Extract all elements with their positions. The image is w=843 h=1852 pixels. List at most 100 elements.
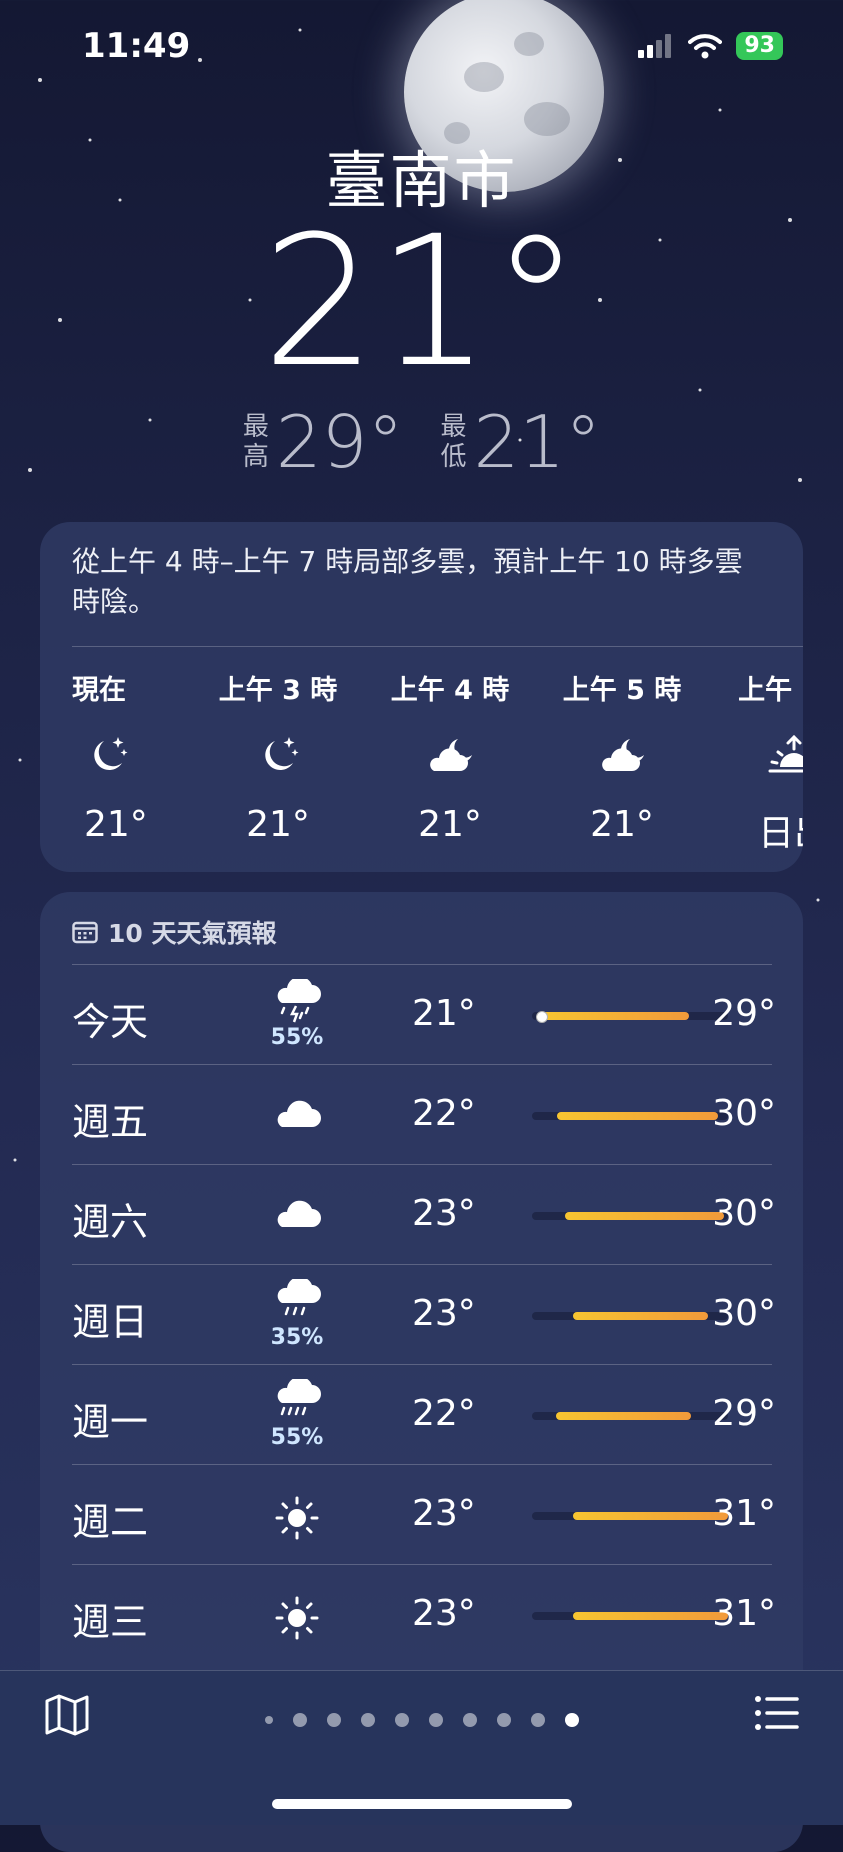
hour-label: 上午 3 時 bbox=[218, 675, 338, 706]
temp-range-bar bbox=[532, 1412, 728, 1420]
page-dot[interactable] bbox=[394, 1713, 409, 1727]
low-temp: 23° bbox=[412, 1593, 476, 1634]
divider bbox=[72, 646, 803, 647]
high-temp: 30° bbox=[712, 1193, 776, 1234]
high-temp: 29° bbox=[275, 400, 404, 484]
temp-range-bar bbox=[532, 1112, 728, 1120]
low-temp: 22° bbox=[412, 1393, 476, 1434]
hour-item: 上午 5:5 日出 bbox=[708, 668, 803, 856]
hour-label: 上午 5:5 bbox=[738, 675, 803, 706]
page-dot[interactable] bbox=[326, 1713, 341, 1727]
ten-day-title: 10 天天氣預報 bbox=[108, 919, 277, 948]
cloud-icon bbox=[262, 1195, 332, 1229]
temp-range-fill bbox=[573, 1312, 708, 1320]
ten-day-header: 10 天天氣預報 bbox=[72, 914, 277, 950]
day-row[interactable]: 週日 35% 23° 30° bbox=[72, 1264, 776, 1364]
high-temp: 30° bbox=[712, 1093, 776, 1134]
hour-temp: 21° bbox=[418, 804, 482, 845]
hourly-list[interactable]: 現在 21° 上午 3 時 21° 上午 4 時 21° 上午 5 時 21° 上午 5:5 日出 bbox=[72, 668, 803, 856]
hour-temp: 日出 bbox=[757, 813, 803, 854]
hour-item: 上午 3 時 21° bbox=[192, 668, 364, 856]
heavy-rain-icon: 55% bbox=[262, 1379, 332, 1450]
temp-range-fill bbox=[565, 1212, 724, 1220]
temp-range-fill bbox=[557, 1112, 718, 1120]
precip-chance: 55% bbox=[270, 1025, 324, 1050]
day-label: 週六 bbox=[72, 1200, 149, 1244]
day-label: 週二 bbox=[72, 1500, 149, 1544]
hour-item: 現在 21° bbox=[72, 668, 192, 856]
day-row[interactable]: 今天 55% 21° 29° bbox=[72, 964, 776, 1064]
hour-temp: 21° bbox=[246, 804, 310, 845]
temp-range-bar bbox=[532, 1612, 728, 1620]
location-arrow-dot[interactable] bbox=[264, 1716, 273, 1724]
high-temp: 31° bbox=[712, 1493, 776, 1534]
hour-temp: 21° bbox=[590, 804, 654, 845]
hour-item: 上午 4 時 21° bbox=[364, 668, 536, 856]
status-time: 11:49 bbox=[82, 26, 191, 66]
current-temp-dot bbox=[536, 1011, 548, 1023]
high-label: 最高 bbox=[242, 412, 269, 472]
low-label: 最低 bbox=[440, 412, 467, 472]
day-row[interactable]: 週一 55% 22° 29° bbox=[72, 1364, 776, 1464]
daily-rows: 今天 55% 21° 29° 週五 22° 30° 週六 23° 30° 週日 35% 23° 30° 週一… bbox=[72, 964, 776, 1664]
cloud-moon-icon bbox=[594, 726, 650, 786]
page-dot[interactable] bbox=[292, 1713, 307, 1727]
calendar-icon bbox=[72, 921, 98, 944]
hour-label: 現在 bbox=[72, 675, 126, 706]
day-label: 今天 bbox=[72, 1000, 149, 1044]
thunderstorm-icon: 55% bbox=[262, 979, 332, 1050]
precip-chance: 55% bbox=[270, 1425, 324, 1450]
hourly-forecast-card[interactable]: 從上午 4 時–上午 7 時局部多雲，預計上午 10 時多雲時陰。 現在 21° 上… bbox=[40, 522, 803, 872]
rain-icon: 35% bbox=[262, 1279, 332, 1350]
low-temp: 23° bbox=[412, 1293, 476, 1334]
day-row[interactable]: 週五 22° 30° bbox=[72, 1064, 776, 1164]
wifi-icon bbox=[688, 34, 723, 59]
high-low: 最高 29° 最低 21° bbox=[0, 400, 843, 484]
day-row[interactable]: 週二 23° 31° bbox=[72, 1464, 776, 1564]
hour-label: 上午 4 時 bbox=[390, 675, 510, 706]
page-dot[interactable] bbox=[530, 1713, 545, 1727]
cloud-moon-icon bbox=[422, 726, 478, 786]
cellular-signal-icon bbox=[638, 34, 672, 58]
battery-indicator: 93 bbox=[736, 32, 783, 60]
hour-item: 上午 5 時 21° bbox=[536, 668, 708, 856]
sunrise-icon bbox=[766, 726, 803, 786]
page-dot[interactable] bbox=[360, 1713, 375, 1727]
temp-range-bar bbox=[532, 1512, 728, 1520]
moon-stars-icon bbox=[84, 726, 130, 786]
temp-range-fill bbox=[556, 1412, 691, 1420]
page-dot[interactable] bbox=[564, 1713, 579, 1727]
forecast-summary: 從上午 4 時–上午 7 時局部多雲，預計上午 10 時多雲時陰。 bbox=[72, 545, 743, 618]
sun-icon bbox=[262, 1495, 332, 1541]
cloud-icon bbox=[262, 1095, 332, 1129]
list-icon[interactable] bbox=[755, 1695, 799, 1731]
high-temp: 29° bbox=[712, 1393, 776, 1434]
low-temp: 22° bbox=[412, 1093, 476, 1134]
temp-range-bar bbox=[532, 1011, 728, 1023]
bottom-toolbar bbox=[0, 1670, 843, 1825]
current-temperature: 21° bbox=[261, 198, 582, 407]
high-temp: 31° bbox=[712, 1593, 776, 1634]
temp-range-fill bbox=[573, 1612, 728, 1620]
low-temp: 21° bbox=[412, 993, 476, 1034]
temp-range-fill bbox=[573, 1512, 728, 1520]
temp-range-bar bbox=[532, 1312, 728, 1320]
low-temp: 21° bbox=[473, 400, 602, 484]
high-temp: 29° bbox=[712, 993, 776, 1034]
page-dot[interactable] bbox=[462, 1713, 477, 1727]
day-label: 週五 bbox=[72, 1100, 149, 1144]
status-icons: 93 bbox=[638, 32, 783, 60]
day-label: 週一 bbox=[72, 1400, 149, 1444]
low-temp: 23° bbox=[412, 1493, 476, 1534]
home-indicator bbox=[272, 1799, 572, 1809]
temp-range-bar bbox=[532, 1212, 728, 1220]
page-indicator[interactable] bbox=[0, 1713, 843, 1727]
day-row[interactable]: 週三 23° 31° bbox=[72, 1564, 776, 1664]
page-dot[interactable] bbox=[496, 1713, 511, 1727]
page-dot[interactable] bbox=[428, 1713, 443, 1727]
hour-label: 上午 5 時 bbox=[562, 675, 682, 706]
temp-range-fill bbox=[542, 1012, 689, 1020]
low-temp: 23° bbox=[412, 1193, 476, 1234]
day-row[interactable]: 週六 23° 30° bbox=[72, 1164, 776, 1264]
hour-temp: 21° bbox=[84, 804, 148, 845]
